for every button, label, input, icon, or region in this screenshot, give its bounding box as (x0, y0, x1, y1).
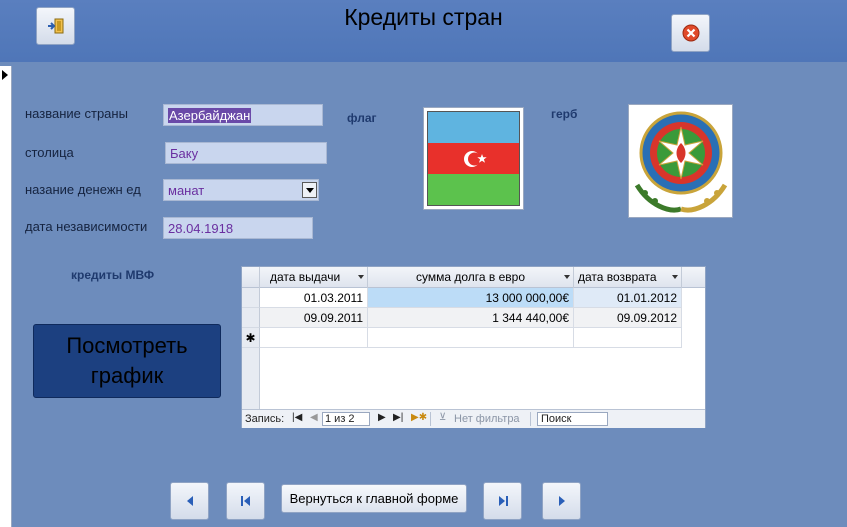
chevron-down-icon[interactable] (302, 182, 317, 198)
currency-combo[interactable]: манат (163, 179, 319, 201)
no-filter-button[interactable]: Нет фильтра (454, 413, 520, 425)
table-cell[interactable]: 09.09.2011 (260, 308, 368, 328)
coat-of-arms-label: герб (551, 107, 578, 121)
last-record-button[interactable] (483, 482, 522, 520)
row-selector[interactable] (242, 308, 260, 328)
capital-label: столица (25, 145, 74, 160)
show-chart-button[interactable]: Посмотреть график (33, 324, 221, 398)
previous-record-button[interactable] (170, 482, 209, 520)
last-record-icon[interactable]: ▶| (393, 412, 403, 423)
back-to-main-form-button[interactable]: Вернуться к главной форме (281, 484, 467, 513)
record-navigation-bar: Запись: |◀ ◀ 1 из 2 ▶ ▶| ▶✱ ⊻ Нет фильтр… (242, 409, 705, 428)
azerbaijan-flag-image (427, 111, 520, 206)
first-record-button[interactable] (226, 482, 265, 520)
coat-of-arms-image-frame (628, 104, 733, 218)
next-record-icon[interactable]: ▶ (378, 412, 386, 423)
empty-row-area (242, 348, 260, 409)
table-cell[interactable] (574, 328, 682, 348)
table-cell[interactable]: 01.01.2012 (574, 288, 682, 308)
independence-date-field[interactable]: 28.04.1918 (163, 217, 313, 239)
form-header: Кредиты стран (0, 0, 847, 62)
new-row-selector[interactable]: ✱ (242, 328, 260, 348)
close-icon (682, 24, 699, 42)
table-cell[interactable]: 01.03.2011 (260, 288, 368, 308)
record-selector[interactable] (0, 66, 12, 527)
currency-value: манат (168, 183, 205, 198)
flag-image-frame (423, 107, 524, 210)
current-record-arrow-icon (2, 70, 8, 80)
column-header-debt-amount[interactable]: сумма долга в евро (368, 267, 574, 288)
first-record-icon[interactable]: |◀ (292, 412, 302, 423)
country-name-value: Азербайджан (168, 108, 252, 123)
filter-icon: ⊻ (439, 412, 447, 423)
column-header-issue-date[interactable]: дата выдачи (260, 267, 368, 288)
close-form-button[interactable] (671, 14, 710, 52)
table-cell[interactable]: 13 000 000,00€ (368, 288, 574, 308)
currency-label: назание денежн ед (25, 182, 141, 197)
new-record-icon[interactable]: ▶✱ (411, 412, 427, 423)
record-label: Запись: (245, 413, 285, 425)
exit-door-icon (47, 18, 63, 34)
exit-button[interactable] (36, 7, 75, 45)
imf-loans-label: кредиты МВФ (71, 268, 155, 282)
table-cell[interactable]: 09.09.2012 (574, 308, 682, 328)
form-title: Кредиты стран (344, 4, 503, 30)
triangle-left-icon (186, 496, 193, 506)
next-record-button[interactable] (542, 482, 581, 520)
row-selector[interactable] (242, 288, 260, 308)
country-name-label: название страны (25, 106, 128, 121)
loans-datasheet[interactable]: дата выдачи сумма долга в евро дата возв… (241, 266, 706, 428)
capital-field[interactable]: Баку (165, 142, 327, 164)
country-name-field[interactable]: Азербайджан (163, 104, 323, 126)
previous-record-icon[interactable]: ◀ (310, 412, 318, 423)
record-position-input[interactable]: 1 из 2 (322, 412, 370, 426)
table-cell[interactable] (260, 328, 368, 348)
show-chart-label: Посмотреть график (66, 333, 188, 388)
datasheet-header: дата выдачи сумма долга в евро дата возв… (242, 267, 705, 288)
select-all-corner[interactable] (242, 267, 260, 288)
search-input[interactable]: Поиск (537, 412, 608, 426)
triangle-right-icon (558, 496, 565, 506)
table-cell[interactable] (368, 328, 574, 348)
independence-date-label: дата независимости (25, 219, 148, 234)
first-record-icon (240, 496, 250, 506)
last-record-icon (498, 496, 508, 506)
column-header-return-date[interactable]: дата возврата (574, 267, 682, 288)
flag-label: флаг (347, 111, 377, 125)
table-cell[interactable]: 1 344 440,00€ (368, 308, 574, 328)
coat-of-arms-image (634, 111, 728, 213)
